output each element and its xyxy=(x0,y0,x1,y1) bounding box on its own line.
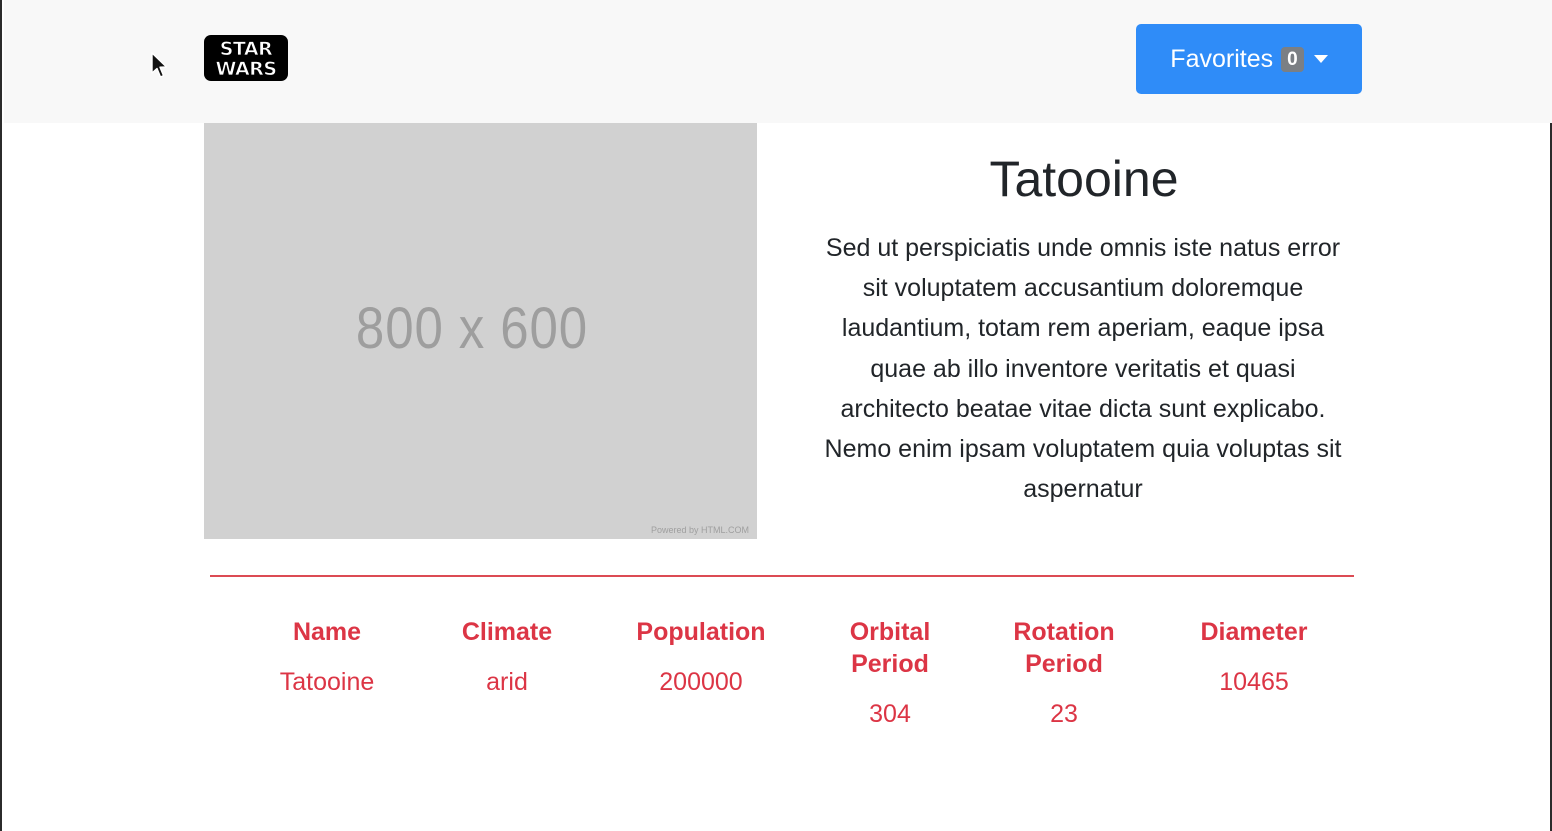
planet-description: Sed ut perspiciatis unde omnis iste natu… xyxy=(824,234,1342,504)
stat-label: Orbital Period xyxy=(849,618,931,678)
svg-text:WARS: WARS xyxy=(215,58,276,80)
placeholder-size-text: 800 x 600 xyxy=(355,296,589,361)
browser-frame: STAR WARS Favorites 0 800 x 600 Powered … xyxy=(0,0,1552,831)
stat-value: 304 xyxy=(869,700,911,728)
stat-value: 10465 xyxy=(1219,668,1289,696)
planet-image-placeholder: 800 x 600 Powered by HTML.COM xyxy=(204,123,757,539)
placeholder-powered-by: Powered by HTML.COM xyxy=(650,525,749,535)
stat-rotation-period: Rotation Period 23 xyxy=(994,616,1134,730)
navbar: STAR WARS Favorites 0 xyxy=(4,0,1552,123)
favorites-dropdown-button[interactable]: Favorites 0 xyxy=(1136,24,1362,94)
planet-title: Tatooine xyxy=(989,151,1179,207)
star-wars-logo[interactable]: STAR WARS xyxy=(203,35,289,81)
stat-label: Name xyxy=(292,618,362,646)
favorites-count-badge: 0 xyxy=(1281,46,1304,72)
stat-value: arid xyxy=(486,668,528,696)
stat-name: Name Tatooine xyxy=(247,616,407,698)
divider xyxy=(210,575,1354,577)
stat-label: Rotation Period xyxy=(1013,618,1115,678)
favorites-label: Favorites xyxy=(1170,44,1274,73)
stat-orbital-period: Orbital Period 304 xyxy=(820,616,960,730)
stat-label: Climate xyxy=(461,618,553,646)
chevron-down-icon xyxy=(1313,55,1328,63)
stat-value: 23 xyxy=(1050,700,1078,728)
stat-value: Tatooine xyxy=(279,668,375,696)
stat-climate: Climate arid xyxy=(427,616,587,698)
svg-text:STAR: STAR xyxy=(220,38,273,60)
stat-diameter: Diameter 10465 xyxy=(1174,616,1334,698)
stat-value: 200000 xyxy=(659,668,743,696)
stat-label: Diameter xyxy=(1200,618,1308,646)
stat-label: Population xyxy=(636,618,766,646)
mouse-cursor-icon xyxy=(151,52,168,78)
stat-population: Population 200000 xyxy=(611,616,791,698)
